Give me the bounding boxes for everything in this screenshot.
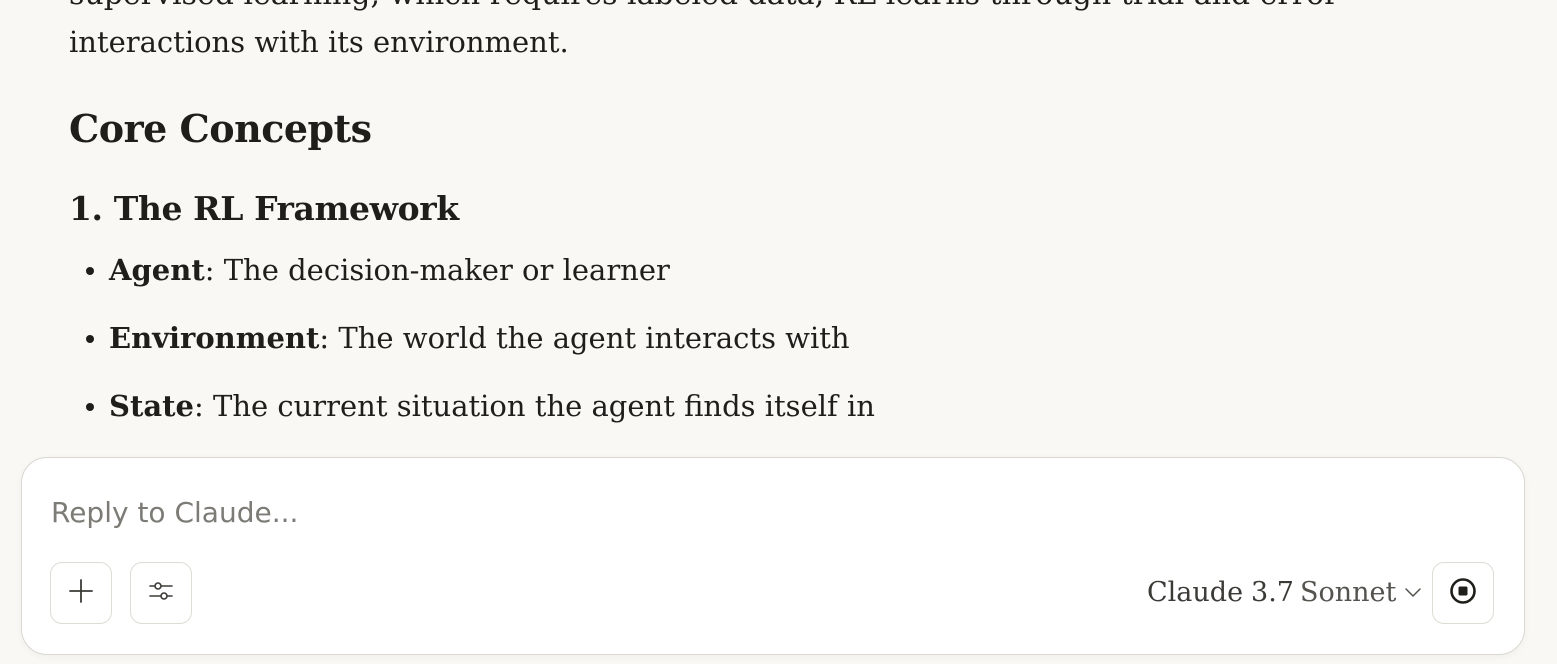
paragraph-partial-line: supervised learning, which requires labe…: [69, 0, 1339, 10]
list-item-term: Environment: [109, 321, 320, 355]
paragraph-last-line: interactions with its environment.: [69, 25, 569, 59]
list-item-term: State: [109, 389, 194, 423]
bullet-dot: [86, 403, 94, 411]
chevron-down-icon: [1404, 586, 1422, 598]
tools-button[interactable]: [130, 562, 192, 624]
model-variant: Sonnet: [1300, 576, 1397, 608]
list-item-description: : The world the agent interacts with: [319, 321, 850, 355]
bullet-dot: [86, 267, 94, 275]
list-item-term: Agent: [109, 253, 205, 287]
model-name: Claude: [1147, 576, 1244, 608]
list-item-description: : The current situation the agent finds …: [193, 389, 875, 423]
list-item-text: Environment: The world the agent interac…: [109, 320, 850, 356]
stop-button[interactable]: [1432, 562, 1494, 624]
plus-icon: [67, 577, 95, 609]
list-item-text: Agent: The decision-maker or learner: [109, 252, 670, 288]
add-content-button[interactable]: [50, 562, 112, 624]
reply-input[interactable]: [51, 490, 1351, 534]
section-heading: Core Concepts: [69, 106, 372, 151]
model-version: 3.7: [1251, 576, 1294, 608]
model-selector[interactable]: Claude 3.7 Sonnet: [1147, 570, 1422, 614]
reply-composer: Claude 3.7 Sonnet: [21, 457, 1525, 655]
stop-icon: [1448, 576, 1478, 610]
bullet-dot: [86, 335, 94, 343]
sliders-icon: [147, 577, 175, 609]
list-item-description: : The decision-maker or learner: [204, 253, 670, 287]
list-item-text: State: The current situation the agent f…: [109, 388, 875, 424]
subsection-heading: 1. The RL Framework: [69, 189, 459, 228]
